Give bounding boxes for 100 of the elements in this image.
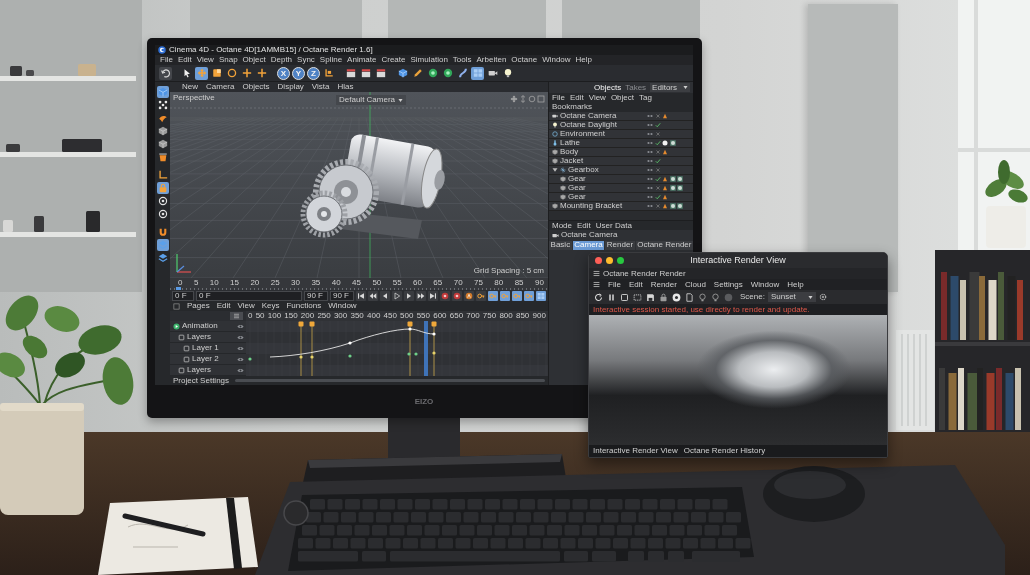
- menu-item[interactable]: Animate: [347, 56, 377, 64]
- menu-item[interactable]: Vista: [311, 83, 330, 91]
- transport-button[interactable]: [368, 290, 378, 301]
- menu-item[interactable]: File: [552, 94, 565, 102]
- keyframe-dot[interactable]: [408, 327, 412, 331]
- keyframe-dot[interactable]: [407, 352, 411, 356]
- toolbar-button[interactable]: [374, 66, 387, 80]
- keyframe-dot[interactable]: [248, 357, 252, 361]
- render-tool-button[interactable]: [606, 292, 616, 302]
- toolbar-button[interactable]: [255, 66, 268, 80]
- transport-button[interactable]: [356, 290, 366, 301]
- menu-item[interactable]: File: [608, 280, 621, 289]
- render-tool-button[interactable]: [619, 292, 629, 302]
- toolbar-button[interactable]: [359, 66, 372, 80]
- axis-lock-button[interactable]: Z: [307, 66, 320, 80]
- tool-button[interactable]: [156, 125, 169, 137]
- panel-tab[interactable]: Objects: [594, 83, 622, 92]
- toolbar-button[interactable]: [471, 66, 484, 80]
- transport-button[interactable]: [464, 290, 474, 301]
- menu-item[interactable]: Keys: [261, 302, 280, 310]
- attribute-tab[interactable]: Octane Render: [635, 240, 693, 250]
- render-tool-button[interactable]: [684, 292, 694, 302]
- menu-item[interactable]: Edit: [628, 280, 643, 289]
- menu-item[interactable]: Create: [381, 56, 406, 64]
- tool-button[interactable]: [156, 252, 169, 264]
- render-tool-button[interactable]: [593, 292, 603, 302]
- toolbar-button[interactable]: [195, 66, 208, 80]
- panel-tab[interactable]: Takes: [625, 83, 647, 92]
- menu-item[interactable]: Help: [575, 56, 593, 64]
- menu-item[interactable]: Help: [787, 280, 804, 289]
- key-mode-button[interactable]: [488, 290, 498, 301]
- menu-item[interactable]: File: [160, 56, 173, 64]
- keyframe-marker[interactable]: [298, 321, 304, 376]
- key-mode-button[interactable]: [536, 290, 546, 301]
- toolbar-button[interactable]: [225, 66, 238, 80]
- tool-button[interactable]: [156, 195, 169, 207]
- menu-item[interactable]: Snap: [218, 56, 238, 64]
- tool-button[interactable]: [156, 182, 169, 194]
- keyframe-dot[interactable]: [310, 355, 314, 359]
- menu-item[interactable]: Edit: [569, 94, 584, 102]
- playhead-marker[interactable]: [424, 321, 428, 376]
- menu-item[interactable]: Window: [542, 56, 571, 64]
- object-name[interactable]: Octane Camera: [560, 112, 645, 120]
- menu-item[interactable]: Camera: [206, 83, 235, 91]
- menu-item[interactable]: Functions: [286, 302, 322, 310]
- menu-item[interactable]: User Data: [595, 221, 632, 230]
- menu-item[interactable]: View: [588, 94, 606, 102]
- key-mode-button[interactable]: [512, 290, 522, 301]
- track-name[interactable]: Layers: [187, 366, 235, 374]
- menu-item[interactable]: New: [182, 83, 198, 91]
- menu-item[interactable]: Tools: [452, 56, 472, 64]
- menu-item[interactable]: Pages: [187, 302, 210, 310]
- transport-button[interactable]: [416, 290, 426, 301]
- track-name[interactable]: Animation: [182, 322, 235, 330]
- transport-button[interactable]: [392, 290, 402, 301]
- keyframe-dot[interactable]: [414, 352, 418, 356]
- menu-item[interactable]: Tag: [639, 94, 652, 102]
- transport-button[interactable]: [428, 290, 438, 301]
- key-mode-button[interactable]: [524, 290, 534, 301]
- toolbar-button[interactable]: [456, 66, 469, 80]
- playhead-marker[interactable]: [176, 287, 181, 290]
- menu-item[interactable]: Mode: [552, 221, 572, 230]
- transport-button[interactable]: [380, 290, 390, 301]
- object-name[interactable]: Gear: [568, 193, 645, 201]
- menu-item[interactable]: Depth: [270, 56, 293, 64]
- tool-button[interactable]: [156, 239, 169, 251]
- keyframe-marker[interactable]: [431, 321, 437, 376]
- camera-dropdown[interactable]: Default Camera: [336, 95, 407, 105]
- time-scale[interactable]: 0 50 100 150 200 250 300 350 400 450 500 550 600 650 700 750 800 850 900: [246, 311, 548, 321]
- frame-field[interactable]: 0 F: [196, 290, 302, 301]
- tool-button[interactable]: [156, 208, 169, 220]
- tool-button[interactable]: [156, 138, 169, 150]
- menu-item[interactable]: Simulation: [410, 56, 448, 64]
- menu-item[interactable]: Objects: [242, 83, 270, 91]
- track-name[interactable]: Layers: [187, 333, 235, 341]
- viewport[interactable]: Perspective Default Camera Grid Spacing : 5 cm: [170, 92, 548, 278]
- keyframe-dot[interactable]: [348, 354, 352, 358]
- list-view-button[interactable]: [230, 312, 243, 320]
- menu-item[interactable]: Window: [328, 302, 357, 310]
- toolbar-button[interactable]: [344, 66, 357, 80]
- menu-item[interactable]: Window: [750, 280, 780, 289]
- keyframe-dot[interactable]: [348, 341, 352, 345]
- toolbar-button[interactable]: [159, 66, 172, 80]
- object-name[interactable]: Jacket: [560, 157, 645, 165]
- scrollbar[interactable]: [235, 379, 545, 382]
- keyframe-dot[interactable]: [432, 351, 436, 355]
- menu-item[interactable]: Edit: [177, 56, 192, 64]
- key-mode-button[interactable]: [500, 290, 510, 301]
- menu-item[interactable]: Cloud: [684, 280, 706, 289]
- scene-dropdown[interactable]: Sunset: [767, 292, 816, 302]
- object-name[interactable]: Mounting Bracket: [560, 202, 645, 210]
- menu-item[interactable]: Edit: [577, 221, 591, 230]
- menu-item[interactable]: Octane: [511, 56, 538, 64]
- layout-dropdown[interactable]: Editors: [650, 83, 690, 92]
- menu-item[interactable]: View: [237, 302, 255, 310]
- render-tab[interactable]: Octane Render Render: [603, 269, 686, 278]
- object-name[interactable]: Octane Daylight: [560, 121, 645, 129]
- attribute-tab[interactable]: Render: [605, 240, 635, 250]
- transport-button[interactable]: [440, 290, 450, 301]
- frame-ruler[interactable]: 0 5 10 15 20 25 30 35 40 45 50 55 60 65 70 75 80 85 90: [170, 278, 548, 290]
